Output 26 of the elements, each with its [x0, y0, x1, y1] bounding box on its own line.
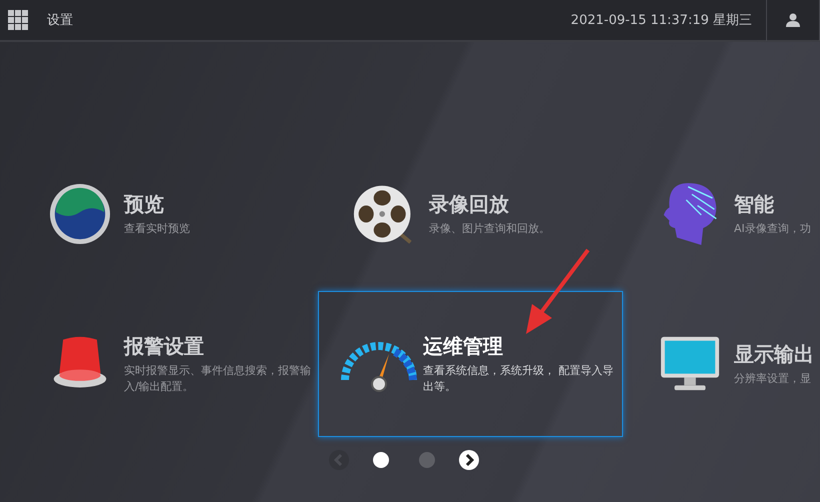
tile-title: 报警设置 — [124, 333, 205, 359]
page-dot[interactable] — [419, 452, 435, 468]
next-page-button[interactable] — [459, 450, 479, 470]
datetime: 2021-09-15 11:37:19 星期三 — [570, 12, 752, 29]
tile-title: 显示输出 — [734, 341, 815, 367]
tile-title: 智能 — [734, 191, 775, 217]
globe-icon — [49, 183, 111, 245]
tile-title: 录像回放 — [429, 191, 510, 217]
menu-tile[interactable]: 显示输出 分辨率设置，显 — [623, 291, 820, 437]
menu-tile[interactable]: 预览 查看实时预览 — [13, 141, 318, 287]
tile-title: 预览 — [124, 191, 165, 217]
tile-description: 查看实时预览 — [124, 221, 191, 237]
page-dot[interactable] — [373, 452, 389, 468]
user-icon[interactable] — [785, 12, 801, 28]
tile-description: 分辨率设置，显 — [734, 371, 812, 387]
tile-description: 实时报警显示、事件信息搜索，报警输入/输出配置。 — [124, 363, 312, 395]
tile-title: 运维管理 — [423, 333, 504, 359]
page-title: 设置 — [47, 12, 73, 29]
menu-tile[interactable]: 智能 AI录像查询，功 — [623, 141, 820, 287]
tile-description: AI录像查询，功 — [734, 221, 812, 237]
menu-tile[interactable]: 录像回放 录像、图片查询和回放。 — [318, 141, 623, 287]
menu-tile[interactable]: 报警设置 实时报警显示、事件信息搜索，报警输入/输出配置。 — [13, 291, 318, 437]
app-grid-icon[interactable] — [8, 10, 28, 30]
tile-description: 查看系统信息，系统升级， 配置导入导出等。 — [423, 363, 614, 395]
menu-tile[interactable]: 运维管理 查看系统信息，系统升级， 配置导入导出等。 — [318, 291, 623, 437]
tile-description: 录像、图片查询和回放。 — [429, 221, 551, 237]
